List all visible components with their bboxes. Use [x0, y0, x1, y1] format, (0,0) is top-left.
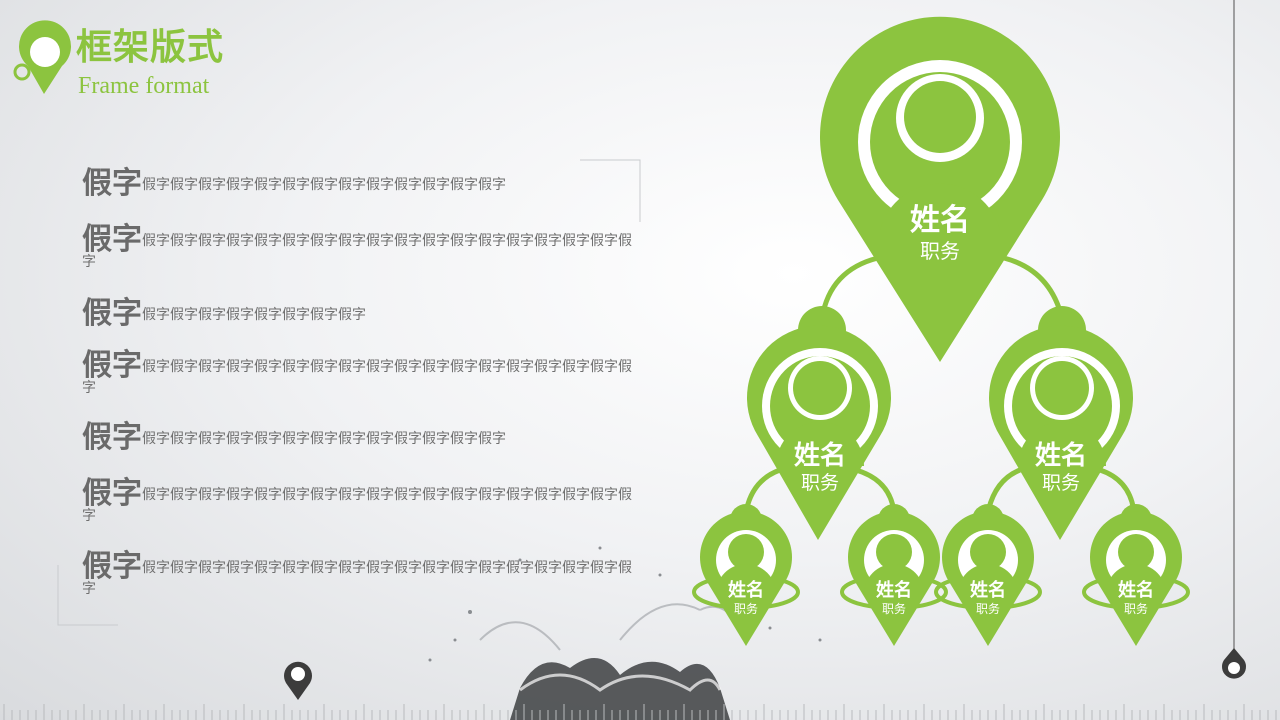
node-role: 职务	[1123, 602, 1148, 616]
node-name: 姓名	[793, 441, 846, 471]
org-chart	[692, 16, 1190, 646]
node-name: 姓名	[876, 580, 912, 601]
org-node-level3	[934, 504, 1042, 646]
org-node-label: 姓名 职务	[854, 580, 934, 616]
org-node-label: 姓名 职务	[1011, 440, 1111, 494]
org-node-label: 姓名 职务	[1096, 580, 1176, 616]
node-role: 职务	[881, 602, 906, 616]
node-role: 职务	[733, 602, 758, 616]
org-node-level3	[692, 504, 800, 646]
org-node-level2	[747, 306, 892, 540]
org-node-level2	[989, 306, 1133, 540]
node-role: 职务	[1041, 472, 1080, 494]
node-role: 职务	[920, 239, 960, 263]
node-name: 姓名	[910, 203, 970, 238]
node-name: 姓名	[1118, 580, 1154, 601]
node-role: 职务	[975, 602, 1000, 616]
org-node-label: 姓名 职务	[880, 203, 1000, 263]
org-node-root	[820, 16, 1060, 362]
node-name: 姓名	[1034, 441, 1087, 471]
node-role: 职务	[800, 472, 839, 494]
org-node-label: 姓名 职务	[706, 580, 786, 616]
org-node-label: 姓名 职务	[770, 440, 870, 494]
org-node-level3	[840, 504, 948, 646]
org-node-level3	[1082, 504, 1190, 646]
node-name: 姓名	[728, 580, 764, 601]
node-name: 姓名	[970, 580, 1006, 601]
org-node-label: 姓名 职务	[948, 580, 1028, 616]
